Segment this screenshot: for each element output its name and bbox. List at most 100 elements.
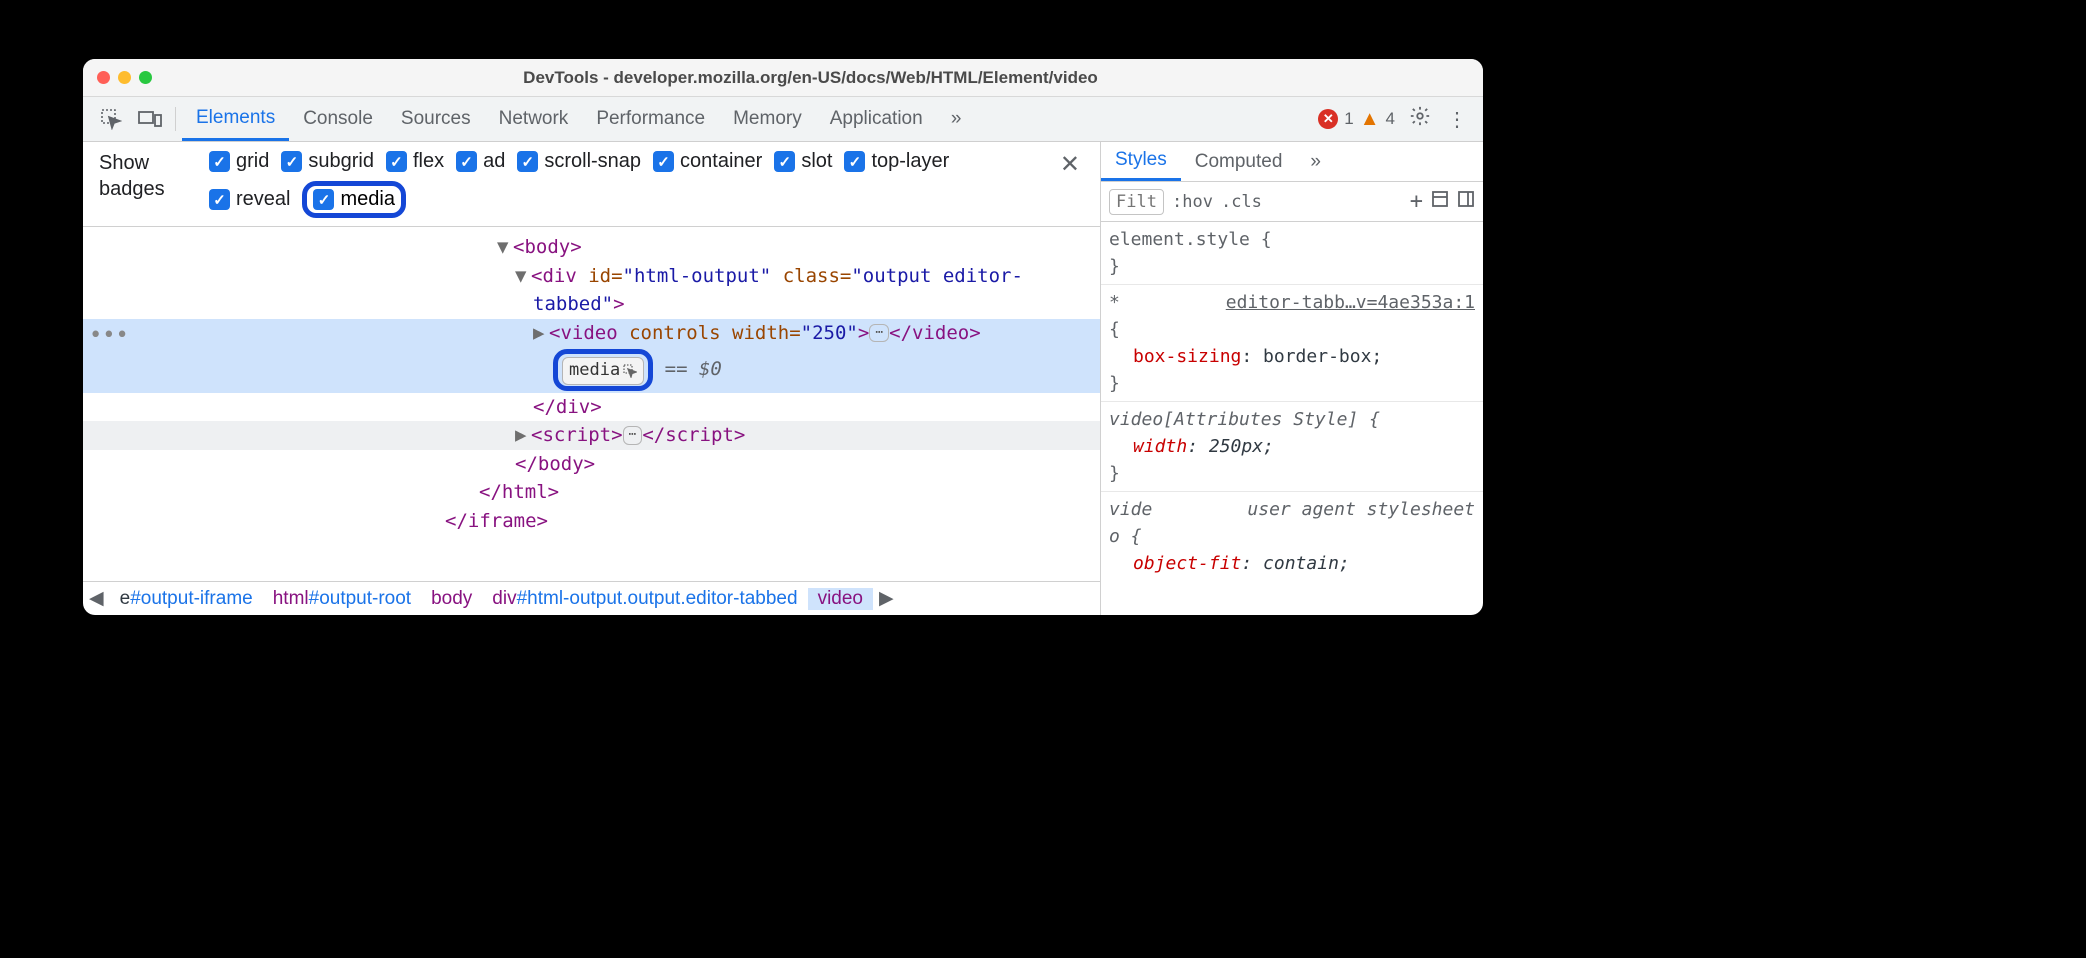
bc-div[interactable]: div#html-output.output.editor-tabbed bbox=[482, 588, 807, 610]
zoom-icon[interactable] bbox=[139, 71, 152, 84]
devtools-window: DevTools - developer.mozilla.org/en-US/d… bbox=[83, 59, 1483, 615]
media-badge-highlighted[interactable]: media bbox=[553, 349, 653, 391]
checkbox-icon[interactable]: ✓ bbox=[386, 151, 407, 172]
filter-input[interactable] bbox=[1109, 189, 1164, 215]
styles-pane: Styles Computed » :hov .cls + element.st… bbox=[1101, 142, 1483, 615]
badge-media-highlighted[interactable]: ✓media bbox=[302, 181, 405, 218]
dom-body[interactable]: ▼<body> bbox=[83, 233, 1100, 262]
main-tabbar: Elements Console Sources Network Perform… bbox=[83, 97, 1483, 142]
main-split: Showbadges ✓grid ✓subgrid ✓flex ✓ad ✓scr… bbox=[83, 142, 1483, 615]
error-icon[interactable]: ✕ bbox=[1318, 109, 1338, 129]
badge-top-layer[interactable]: ✓top-layer bbox=[844, 150, 949, 173]
inspect-icon[interactable] bbox=[97, 106, 124, 133]
dom-html-close[interactable]: </html> bbox=[83, 478, 1100, 507]
checkbox-icon[interactable]: ✓ bbox=[774, 151, 795, 172]
dom-media-badge-row: media == $0 bbox=[83, 347, 1100, 393]
tab-computed[interactable]: Computed bbox=[1181, 142, 1297, 181]
badge-grid[interactable]: ✓grid bbox=[209, 150, 269, 173]
scroll-left-icon[interactable]: ◀ bbox=[83, 587, 110, 610]
divider bbox=[175, 107, 176, 131]
dom-body-close[interactable]: </body> bbox=[83, 450, 1100, 479]
stylesheet-link[interactable]: editor-tabb…v=4ae353a:1 bbox=[1226, 289, 1475, 316]
dom-video-selected[interactable]: •••▶<video controls width="250">⋯</video… bbox=[83, 319, 1100, 348]
ellipsis-badge[interactable]: ⋯ bbox=[623, 426, 643, 445]
titlebar: DevTools - developer.mozilla.org/en-US/d… bbox=[83, 59, 1483, 97]
elements-pane: Showbadges ✓grid ✓subgrid ✓flex ✓ad ✓scr… bbox=[83, 142, 1101, 615]
disclosure-triangle-icon[interactable]: ▶ bbox=[515, 421, 531, 450]
equals-zero: == $0 bbox=[653, 358, 722, 380]
kebab-menu-icon[interactable]: ⋮ bbox=[1439, 107, 1475, 132]
inspect-icon bbox=[623, 364, 637, 378]
badge-scroll-snap[interactable]: ✓scroll-snap bbox=[517, 150, 641, 173]
checkbox-icon[interactable]: ✓ bbox=[653, 151, 674, 172]
cls-button[interactable]: .cls bbox=[1221, 192, 1262, 212]
disclosure-triangle-icon[interactable]: ▼ bbox=[515, 262, 531, 291]
overflow-dots-icon[interactable]: ••• bbox=[89, 319, 129, 352]
bc-video[interactable]: video bbox=[808, 588, 873, 610]
tab-application[interactable]: Application bbox=[816, 97, 937, 141]
badge-list: ✓grid ✓subgrid ✓flex ✓ad ✓scroll-snap ✓c… bbox=[209, 150, 969, 218]
badge-container[interactable]: ✓container bbox=[653, 150, 762, 173]
badge-reveal[interactable]: ✓reveal bbox=[209, 188, 290, 211]
checkbox-icon[interactable]: ✓ bbox=[456, 151, 477, 172]
badge-flex[interactable]: ✓flex bbox=[386, 150, 444, 173]
disclosure-triangle-icon[interactable]: ▼ bbox=[497, 233, 513, 262]
dom-div-close[interactable]: </div> bbox=[83, 393, 1100, 422]
badge-settings: Showbadges ✓grid ✓subgrid ✓flex ✓ad ✓scr… bbox=[83, 142, 1100, 227]
more-side-tabs-icon[interactable]: » bbox=[1296, 142, 1335, 181]
error-count: 1 bbox=[1344, 109, 1353, 129]
warning-count: 4 bbox=[1386, 109, 1395, 129]
tab-memory[interactable]: Memory bbox=[719, 97, 816, 141]
window-title: DevTools - developer.mozilla.org/en-US/d… bbox=[152, 68, 1469, 88]
computed-toggle-icon[interactable] bbox=[1431, 190, 1449, 213]
minimize-icon[interactable] bbox=[118, 71, 131, 84]
ua-label: user agent stylesheet bbox=[1247, 496, 1475, 523]
tab-styles[interactable]: Styles bbox=[1101, 142, 1181, 181]
checkbox-icon[interactable]: ✓ bbox=[313, 189, 334, 210]
dom-div-open[interactable]: ▼<div id="html-output" class="output edi… bbox=[83, 262, 1100, 291]
badge-ad[interactable]: ✓ad bbox=[456, 150, 505, 173]
checkbox-icon[interactable]: ✓ bbox=[209, 151, 230, 172]
bc-html[interactable]: html#output-root bbox=[263, 588, 421, 610]
rule-star[interactable]: *editor-tabb…v=4ae353a:1 bbox=[1109, 289, 1475, 316]
checkbox-icon[interactable]: ✓ bbox=[517, 151, 538, 172]
more-tabs-icon[interactable]: » bbox=[943, 106, 970, 133]
tab-network[interactable]: Network bbox=[485, 97, 583, 141]
traffic-lights bbox=[97, 71, 152, 84]
hov-button[interactable]: :hov bbox=[1172, 192, 1213, 212]
dom-iframe-close[interactable]: </iframe> bbox=[83, 507, 1100, 536]
rule-video-ua[interactable]: videuser agent stylesheet bbox=[1109, 496, 1475, 523]
dom-tree[interactable]: ▼<body> ▼<div id="html-output" class="ou… bbox=[83, 227, 1100, 581]
dom-div-cont[interactable]: tabbed"> bbox=[83, 290, 1100, 319]
badge-slot[interactable]: ✓slot bbox=[774, 150, 832, 173]
styles-toolbar: :hov .cls + bbox=[1101, 182, 1483, 222]
tab-elements[interactable]: Elements bbox=[182, 97, 289, 141]
badge-subgrid[interactable]: ✓subgrid bbox=[281, 150, 374, 173]
tab-sources[interactable]: Sources bbox=[387, 97, 485, 141]
breadcrumb: ◀ e#output-iframe html#output-root body … bbox=[83, 581, 1100, 615]
checkbox-icon[interactable]: ✓ bbox=[281, 151, 302, 172]
checkbox-icon[interactable]: ✓ bbox=[844, 151, 865, 172]
settings-icon[interactable] bbox=[1401, 105, 1439, 133]
panel-toggle-icon[interactable] bbox=[1457, 190, 1475, 213]
device-icon[interactable] bbox=[136, 106, 163, 133]
bc-iframe[interactable]: e#output-iframe bbox=[110, 588, 263, 610]
warning-icon[interactable]: ▲ bbox=[1360, 108, 1380, 131]
rule-element-style[interactable]: element.style { bbox=[1109, 226, 1475, 253]
close-badges-icon[interactable]: ✕ bbox=[1056, 150, 1084, 179]
tab-console[interactable]: Console bbox=[289, 97, 387, 141]
ellipsis-badge[interactable]: ⋯ bbox=[869, 324, 889, 343]
scroll-right-icon[interactable]: ▶ bbox=[873, 587, 900, 610]
rule-video-attrs[interactable]: video[Attributes Style] { bbox=[1109, 406, 1475, 433]
styles-content[interactable]: element.style { } *editor-tabb…v=4ae353a… bbox=[1101, 222, 1483, 615]
checkbox-icon[interactable]: ✓ bbox=[209, 189, 230, 210]
status-area: ✕ 1 ▲ 4 bbox=[1312, 108, 1401, 131]
badge-label: Showbadges bbox=[99, 150, 189, 202]
new-rule-icon[interactable]: + bbox=[1410, 189, 1423, 214]
side-tabs: Styles Computed » bbox=[1101, 142, 1483, 182]
tab-performance[interactable]: Performance bbox=[582, 97, 719, 141]
bc-body[interactable]: body bbox=[421, 588, 482, 610]
dom-script[interactable]: ▶<script>⋯</script> bbox=[83, 421, 1100, 450]
disclosure-triangle-icon[interactable]: ▶ bbox=[533, 319, 549, 348]
close-icon[interactable] bbox=[97, 71, 110, 84]
